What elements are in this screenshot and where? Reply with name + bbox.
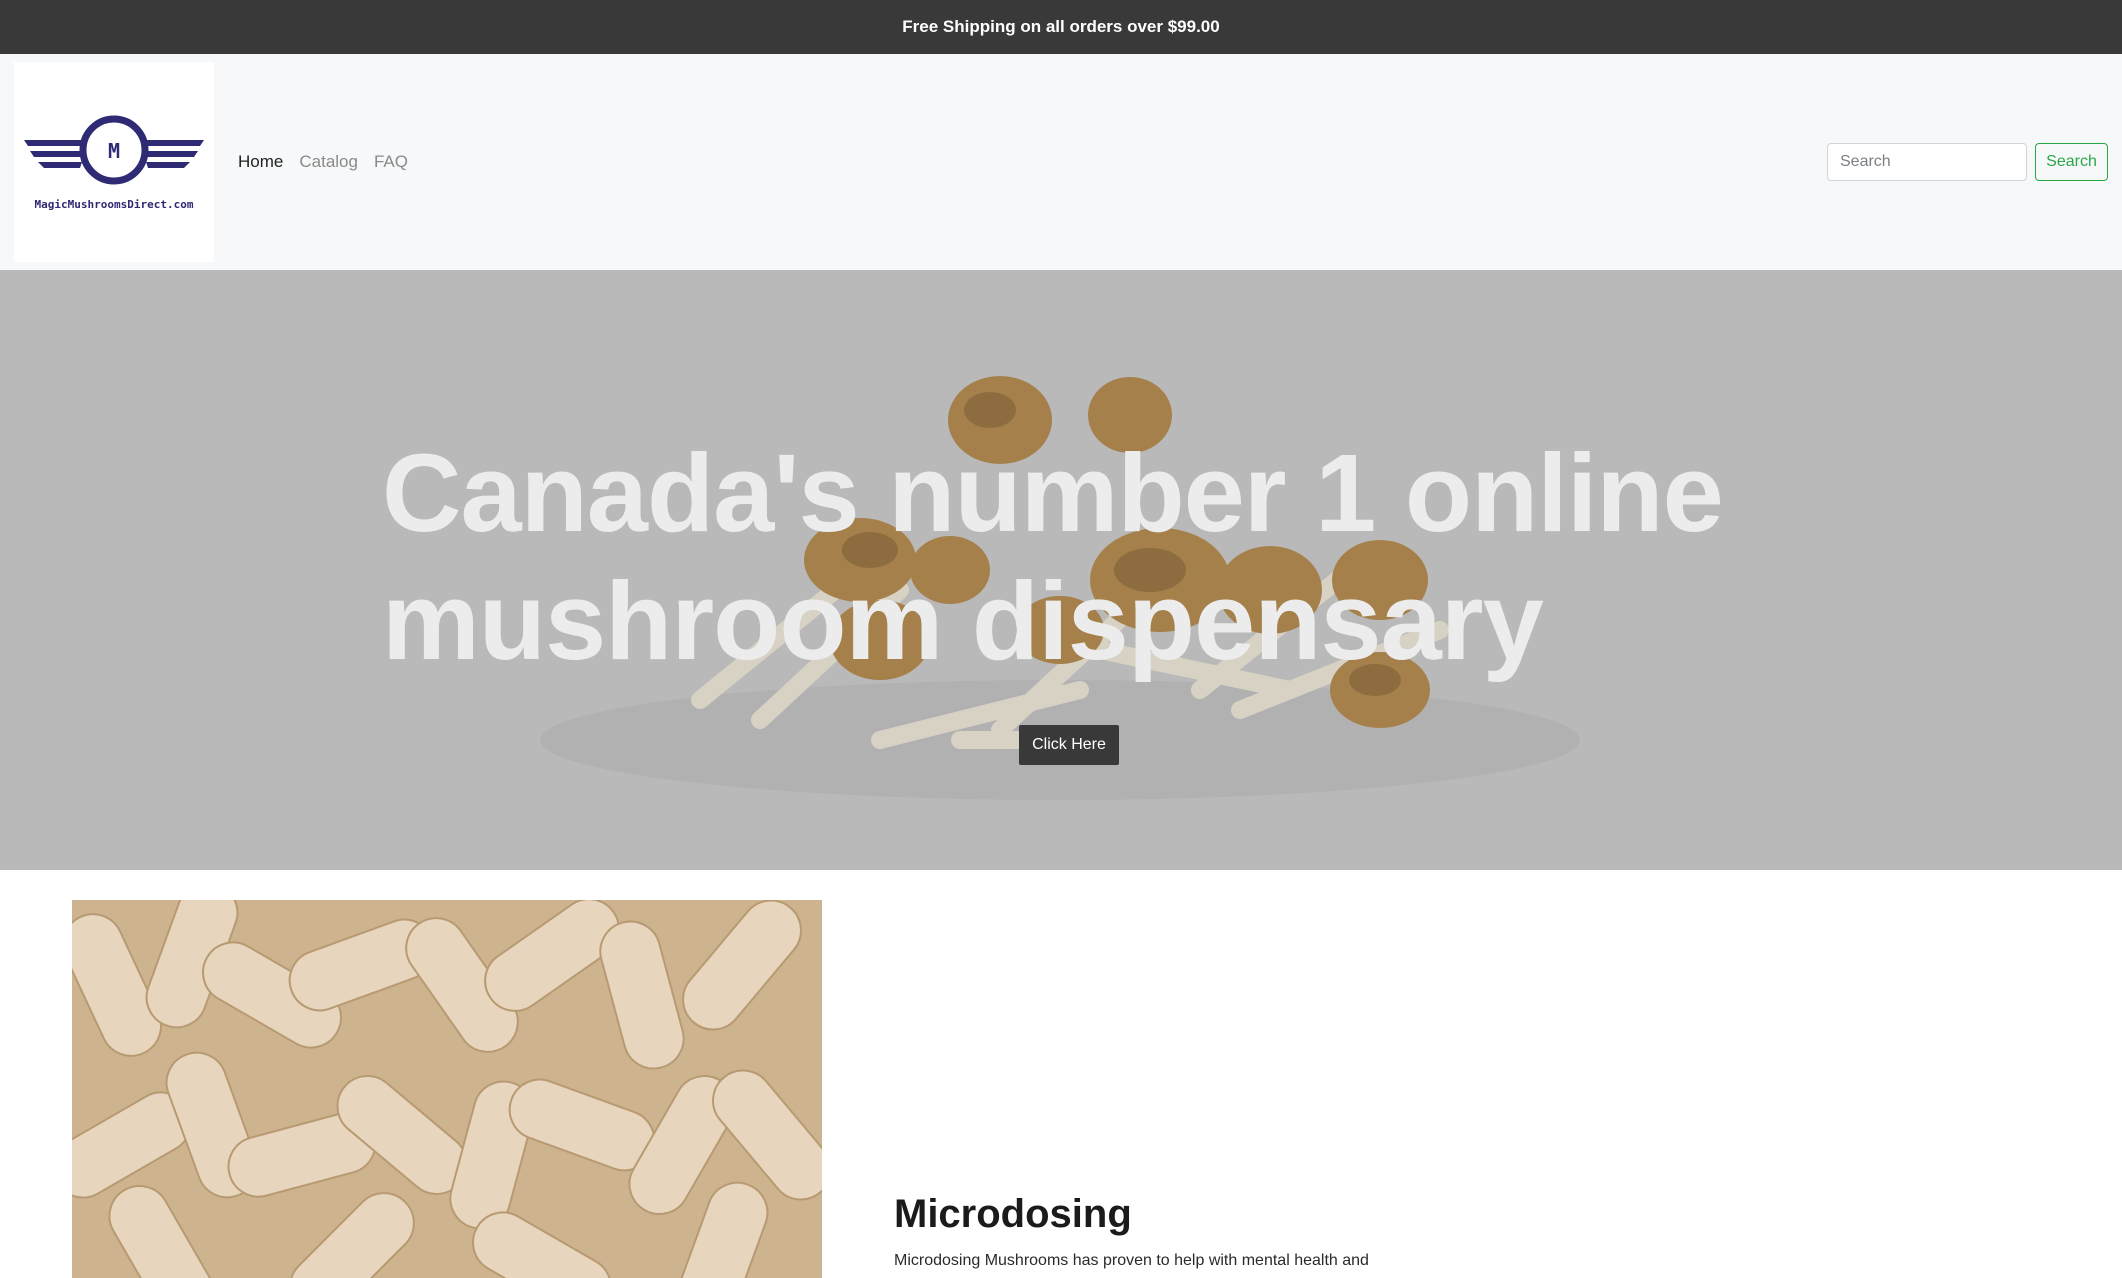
announcement-text: Free Shipping on all orders over $99.00 (902, 17, 1220, 36)
search-button[interactable]: Search (2035, 143, 2108, 181)
navbar: M MagicMushroomsDirect.com Home Catalog … (0, 54, 2122, 270)
nav-home[interactable]: Home (238, 152, 283, 172)
main-nav: Home Catalog FAQ (238, 152, 408, 172)
capsules-illustration (72, 900, 822, 1278)
brand-name: MagicMushroomsDirect.com (34, 198, 194, 211)
search-form: Search (1827, 143, 2108, 181)
svg-text:M: M (108, 139, 120, 163)
hero-banner: Canada's number 1 online mushroom dispen… (0, 270, 2122, 870)
hero-title: Canada's number 1 online mushroom dispen… (382, 432, 1724, 683)
feature-title: Microdosing (894, 1192, 1132, 1236)
capsules-image (72, 900, 822, 1278)
hero-cta-button[interactable]: Click Here (1019, 725, 1119, 765)
brand-logo[interactable]: M MagicMushroomsDirect.com (14, 62, 214, 262)
feature-text: Microdosing Mushrooms has proven to help… (894, 1252, 1369, 1269)
nav-catalog[interactable]: Catalog (299, 152, 358, 172)
nav-faq[interactable]: FAQ (374, 152, 408, 172)
wings-logo-icon: M (24, 115, 204, 185)
announcement-bar: Free Shipping on all orders over $99.00 (0, 0, 2122, 54)
search-input[interactable] (1827, 143, 2027, 181)
